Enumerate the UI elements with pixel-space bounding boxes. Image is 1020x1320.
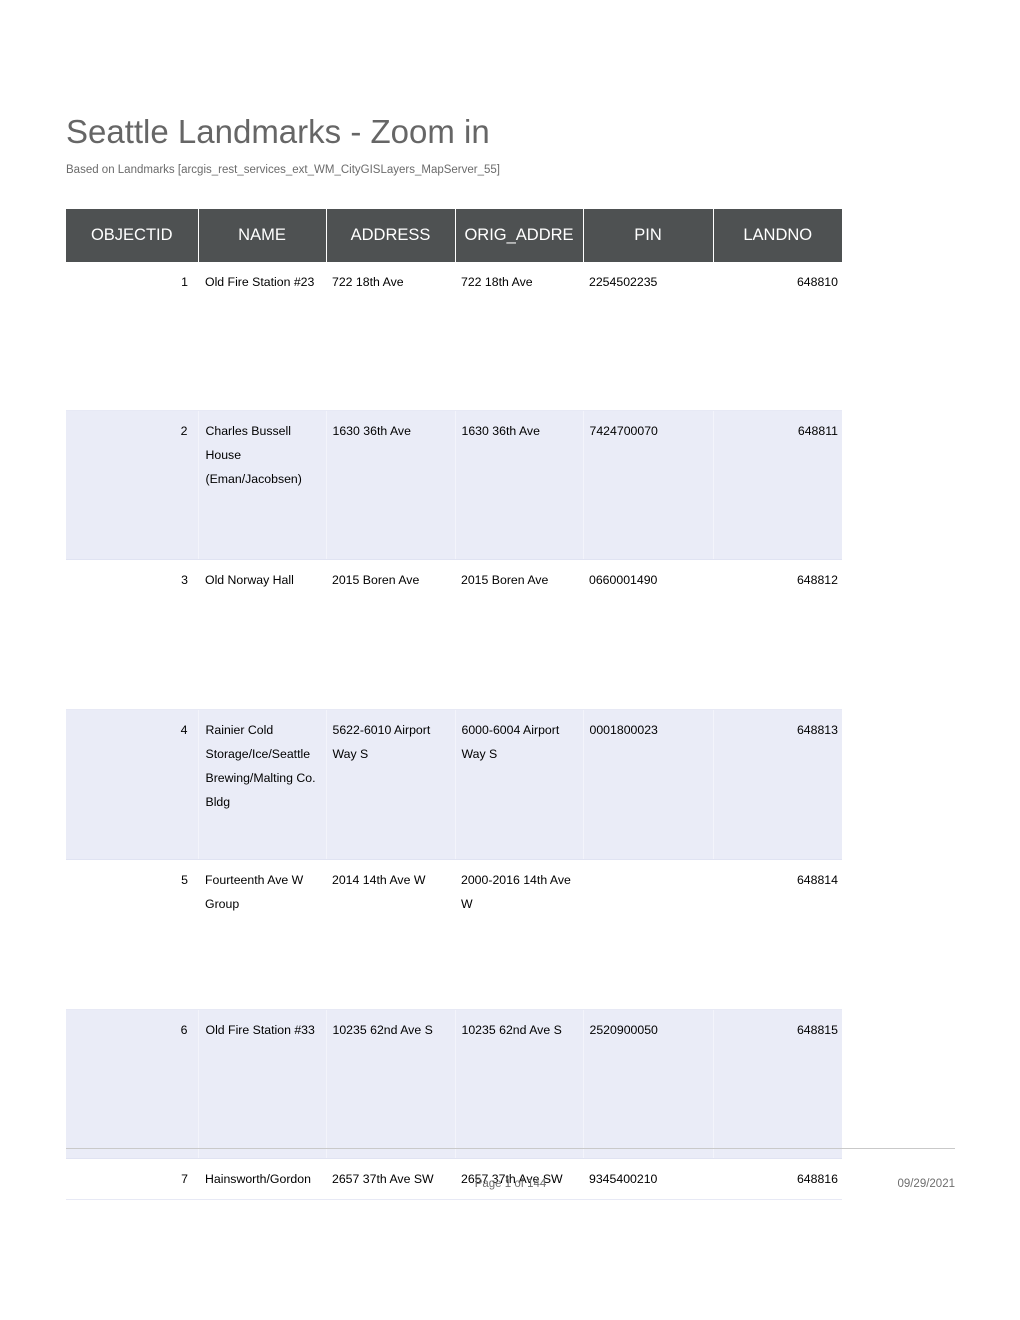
cell-objectid: 2	[66, 410, 199, 560]
cell-landno: 648815	[713, 1009, 842, 1159]
cell-address: 5622-6010 Airport Way S	[326, 709, 456, 860]
cell-pin: 2254502235	[583, 262, 713, 411]
cell-objectid: 3	[66, 559, 198, 710]
table-row[interactable]: 4 Rainier Cold Storage/Ice/Seattle Brewin…	[66, 709, 842, 860]
cell-landno: 648810	[713, 262, 842, 411]
cell-landno: 648814	[713, 859, 842, 1010]
cell-landno: 648812	[713, 559, 842, 710]
landmarks-table: OBJECTID NAME ADDRESS ORIG_ADDRE PIN LAN…	[66, 209, 842, 1200]
cell-pin	[583, 859, 713, 1010]
column-header-objectid[interactable]: OBJECTID	[66, 209, 199, 262]
table-header-row: OBJECTID NAME ADDRESS ORIG_ADDRE PIN LAN…	[66, 209, 842, 262]
column-header-address[interactable]: ADDRESS	[326, 209, 456, 262]
report-subtitle: Based on Landmarks [arcgis_rest_services…	[66, 164, 500, 176]
column-header-orig-addre[interactable]: ORIG_ADDRE	[455, 209, 584, 262]
report-page: Seattle Landmarks - Zoom in Based on Lan…	[0, 0, 1020, 1320]
cell-address: 722 18th Ave	[326, 262, 455, 411]
cell-orig_addre: 2015 Boren Ave	[455, 559, 583, 710]
cell-orig_addre: 6000-6004 Airport Way S	[455, 709, 584, 860]
cell-address: 2014 14th Ave W	[326, 859, 455, 1010]
cell-objectid: 6	[66, 1009, 199, 1159]
cell-objectid: 1	[66, 262, 198, 411]
cell-name: Rainier Cold Storage/Ice/Seattle Brewing…	[198, 709, 327, 860]
cell-pin: 0660001490	[583, 559, 713, 710]
cell-name: Old Fire Station #33	[198, 1009, 327, 1159]
cell-orig_addre: 10235 62nd Ave S	[455, 1009, 584, 1159]
cell-pin: 7424700070	[583, 410, 714, 560]
table-row[interactable]: 3 Old Norway Hall 2015 Boren Ave 2015 Boren…	[66, 559, 842, 710]
cell-pin: 2520900050	[583, 1009, 714, 1159]
column-header-name[interactable]: NAME	[198, 209, 327, 262]
cell-objectid: 5	[66, 859, 198, 1010]
table-header: OBJECTID NAME ADDRESS ORIG_ADDRE PIN LAN…	[66, 209, 842, 262]
page-title: Seattle Landmarks - Zoom in	[66, 113, 490, 150]
table-row[interactable]: 1 Old Fire Station #23 722 18th Ave 722 18t…	[66, 262, 842, 411]
footer-divider	[66, 1148, 955, 1149]
table-row[interactable]: 2 Charles Bussell House (Eman/Jacobsen) 16…	[66, 410, 842, 560]
cell-orig_addre: 722 18th Ave	[455, 262, 583, 411]
cell-address: 1630 36th Ave	[326, 410, 456, 560]
report-header: Seattle Landmarks - Zoom in Based on Lan…	[66, 112, 956, 178]
cell-name: Old Norway Hall	[198, 559, 326, 710]
cell-pin: 0001800023	[583, 709, 714, 860]
cell-landno: 648811	[713, 410, 842, 560]
report-date-label: 09/29/2021	[897, 1178, 955, 1190]
table-row[interactable]: 5 Fourteenth Ave W Group 2014 14th Ave W 20…	[66, 859, 842, 1010]
column-header-landno[interactable]: LANDNO	[713, 209, 842, 262]
table-row[interactable]: 6 Old Fire Station #33 10235 62nd Ave S 102…	[66, 1009, 842, 1159]
cell-landno: 648813	[713, 709, 842, 860]
cell-name: Charles Bussell House (Eman/Jacobsen)	[198, 410, 327, 560]
cell-orig_addre: 2000-2016 14th Ave W	[455, 859, 583, 1010]
column-header-pin[interactable]: PIN	[583, 209, 714, 262]
cell-address: 10235 62nd Ave S	[326, 1009, 456, 1159]
cell-objectid: 4	[66, 709, 199, 860]
cell-name: Old Fire Station #23	[198, 262, 326, 411]
table-body: 1 Old Fire Station #23 722 18th Ave 722 18t…	[66, 262, 842, 1200]
cell-address: 2015 Boren Ave	[326, 559, 455, 710]
cell-orig_addre: 1630 36th Ave	[455, 410, 584, 560]
cell-name: Fourteenth Ave W Group	[198, 859, 326, 1010]
